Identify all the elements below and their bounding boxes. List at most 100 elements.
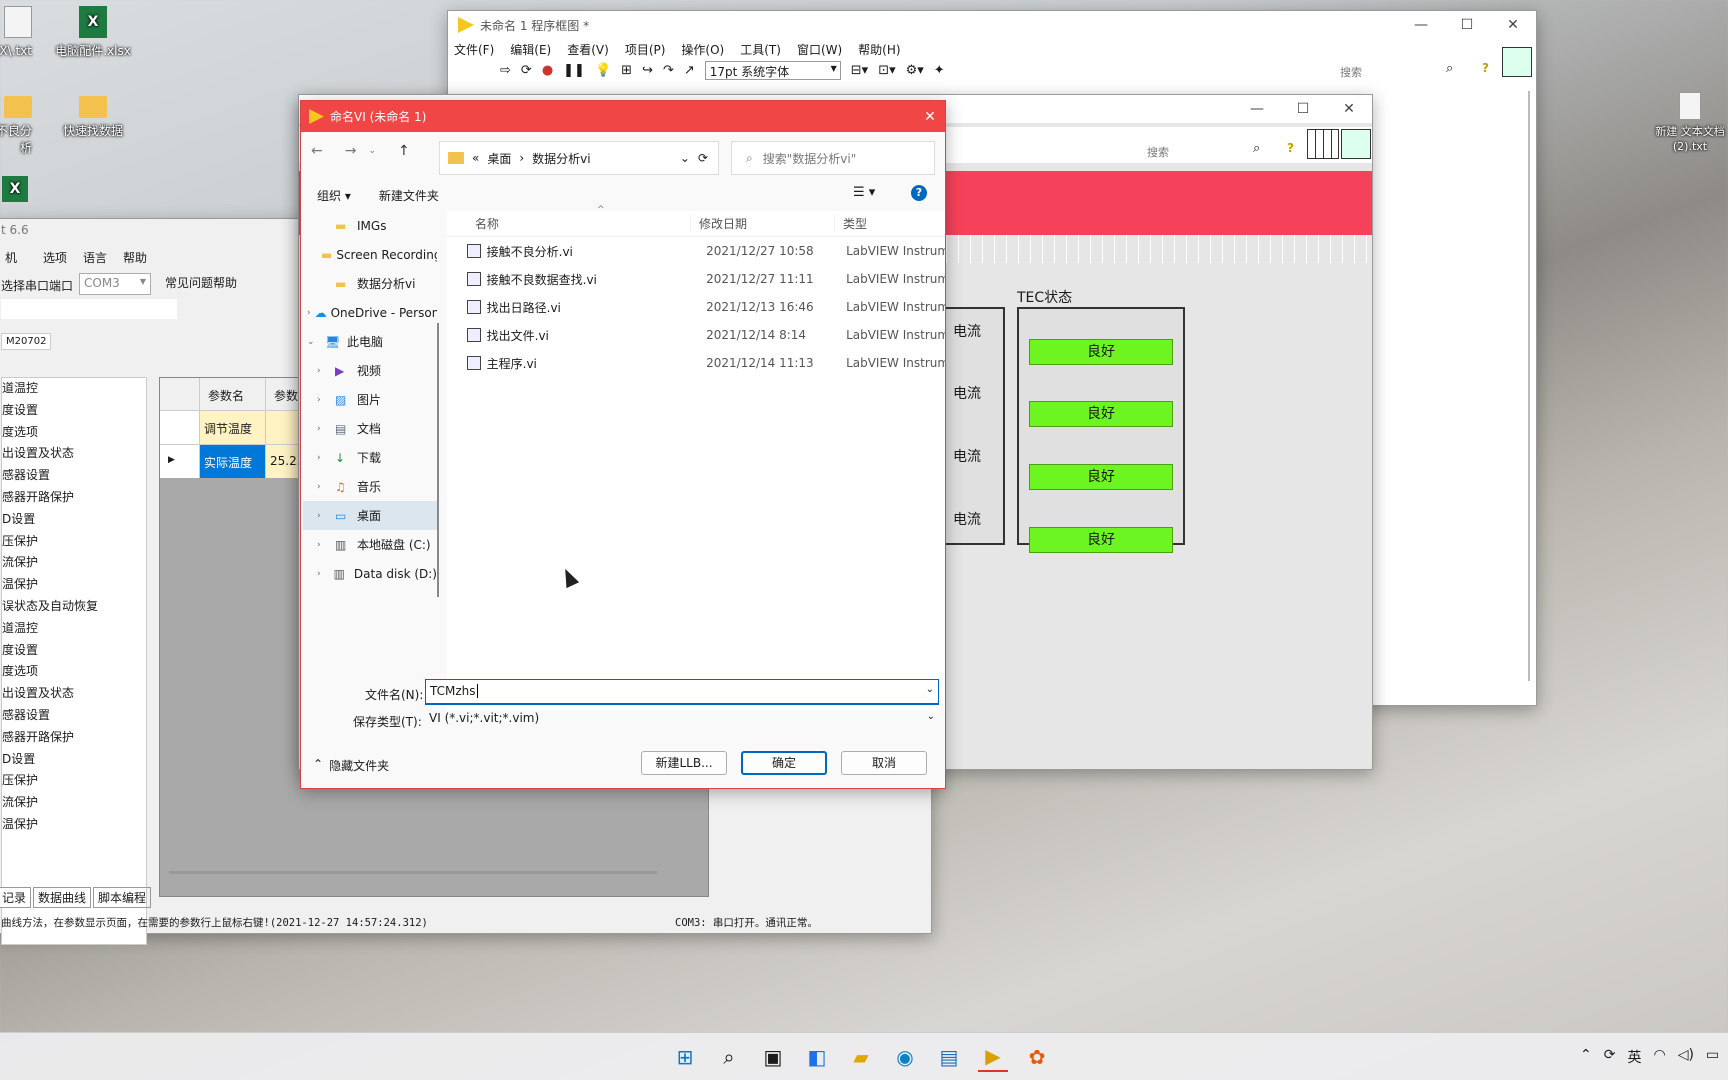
recent-dropdown-icon[interactable]: ⌄ (368, 146, 376, 156)
menu-help[interactable]: 帮助(H) (858, 41, 900, 58)
list-item[interactable]: 出设置及状态 (2, 683, 146, 705)
column-date[interactable]: 修改日期 (691, 215, 835, 232)
chevron-right-icon[interactable]: › (307, 308, 311, 318)
list-item[interactable]: 感器开路保护 (2, 487, 146, 509)
file-row[interactable]: 找出日路径.vi2021/12/13 16:46LabVIEW Instrume… (447, 293, 945, 321)
status-indicator-2[interactable]: 良好 (1029, 401, 1173, 427)
new-llb-button[interactable]: 新建LLB... (641, 751, 727, 775)
close-icon[interactable]: ✕ (1490, 17, 1536, 33)
retain-icon[interactable]: ⊞ (621, 63, 632, 78)
list-item[interactable]: 度选项 (2, 422, 146, 444)
nav-item[interactable]: ›☁OneDrive - Personal (303, 298, 437, 327)
tray-overflow-icon[interactable]: ⌃ (1580, 1047, 1592, 1067)
back-icon[interactable]: ← (311, 143, 323, 159)
column-type[interactable]: 类型 (835, 215, 867, 232)
sunflower-icon[interactable]: ✿ (1022, 1042, 1052, 1072)
bd-search[interactable]: 搜索 (1334, 61, 1454, 81)
list-item[interactable]: 感器设置 (2, 465, 146, 487)
menu-window[interactable]: 窗口(W) (797, 41, 842, 58)
list-item[interactable]: 度设置 (2, 640, 146, 662)
nav-item[interactable]: ▬ 数据分析vi (303, 269, 437, 298)
battery-icon[interactable]: ▭ (1706, 1047, 1719, 1067)
nav-item[interactable]: › ▨ 图片 (303, 385, 437, 414)
run-continuous-icon[interactable]: ⟳ (521, 63, 532, 78)
chevron-right-icon[interactable]: › (317, 453, 331, 463)
address-bar[interactable]: « 桌面 › 数据分析vi ⌄ ⟳ (439, 141, 719, 175)
refresh-icon[interactable]: ⟳ (698, 151, 708, 165)
pause-icon[interactable]: ❚❚ (563, 63, 585, 78)
desktop-icon-folder1[interactable]: 返不良分析 (0, 88, 58, 156)
start-icon[interactable]: ⊞ (670, 1042, 700, 1072)
highlight-icon[interactable]: 💡 (595, 63, 611, 78)
step-out-icon[interactable]: ↗ (684, 63, 695, 78)
list-item[interactable]: 温保护 (2, 814, 146, 836)
store-icon[interactable]: ▤ (934, 1042, 964, 1072)
parameter-list[interactable]: 道温控 度设置 度选项 出设置及状态 感器设置 感器开路保护 D设置 压保护 流保护 温保护 误状态… (1, 377, 147, 945)
list-item[interactable]: 道温控 (2, 618, 146, 640)
nav-item[interactable]: › ♫ 音乐 (303, 472, 437, 501)
cleanup-icon[interactable]: ✦ (934, 63, 945, 78)
abort-icon[interactable]: ● (542, 63, 553, 78)
menu-edit[interactable]: 编辑(E) (510, 41, 551, 58)
menu-item[interactable]: 语言 (83, 249, 107, 266)
menu-item[interactable]: 选项 (43, 249, 67, 266)
breadcrumb-desktop[interactable]: 桌面 (487, 150, 511, 167)
forward-icon[interactable]: → (345, 143, 357, 159)
column-name[interactable]: 名称 (447, 215, 691, 232)
list-item[interactable]: D设置 (2, 749, 146, 771)
list-item[interactable]: 压保护 (2, 531, 146, 553)
reorder-icon[interactable]: ⚙▾ (906, 63, 924, 78)
chevron-right-icon[interactable]: › (317, 540, 331, 550)
input-language[interactable]: 英 (1627, 1047, 1641, 1067)
font-select[interactable]: 17pt 系统字体 ▼ (704, 61, 841, 80)
desktop-icon-newtxt[interactable]: 新建 文本文档 (2).txt (1648, 92, 1728, 154)
port-select[interactable]: COM3 ▼ (79, 273, 151, 295)
view-options-icon[interactable]: ☰ ▾ (853, 185, 875, 200)
search-icon[interactable]: ⌕ (1253, 141, 1260, 156)
file-explorer-icon[interactable]: ▰ (846, 1042, 876, 1072)
status-indicator-1[interactable]: 良好 (1029, 339, 1173, 365)
new-folder-button[interactable]: 新建文件夹 (379, 187, 439, 204)
labview-taskbar-icon[interactable]: ▶ (978, 1042, 1008, 1072)
list-item[interactable]: 误状态及自动恢复 (2, 596, 146, 618)
nav-item[interactable]: ▬ IMGs (303, 211, 437, 240)
nav-item[interactable]: › ▶ 视频 (303, 356, 437, 385)
list-item[interactable]: 度选项 (2, 661, 146, 683)
menu-file[interactable]: 文件(F) (454, 41, 494, 58)
widgets-icon[interactable]: ◧ (802, 1042, 832, 1072)
nav-item[interactable]: › ↓ 下载 (303, 443, 437, 472)
list-item[interactable]: 压保护 (2, 770, 146, 792)
edge-icon[interactable]: ◉ (890, 1042, 920, 1072)
tab-script[interactable]: 脚本编程 (93, 887, 152, 908)
chevron-right-icon[interactable]: › (317, 366, 331, 376)
nav-item[interactable]: › ▥ 本地磁盘 (C:) (303, 530, 437, 559)
align-icon[interactable]: ⊟▾ (851, 63, 868, 78)
filename-input[interactable]: TCMzhs ⌄ (425, 679, 939, 705)
file-row[interactable]: 找出文件.vi2021/12/14 8:14LabVIEW Instrument (447, 321, 945, 349)
volume-icon[interactable]: ◁) (1678, 1047, 1694, 1067)
step-over-icon[interactable]: ↷ (663, 63, 674, 78)
nav-item[interactable]: › ▥ Data disk (D:) (303, 559, 437, 588)
menu-item[interactable]: 机 (5, 249, 17, 266)
chevron-down-icon[interactable]: ⌄ (307, 337, 321, 347)
minimize-icon[interactable]: — (1234, 101, 1280, 117)
desktop-icon-txt[interactable]: 我X\.txt (0, 6, 58, 59)
nav-item[interactable]: › ▭ 桌面 (303, 501, 437, 530)
list-item[interactable]: 感器开路保护 (2, 727, 146, 749)
maximize-icon[interactable]: ☐ (1280, 101, 1326, 117)
menu-view[interactable]: 查看(V) (567, 41, 609, 58)
list-item[interactable]: 度设置 (2, 400, 146, 422)
desktop-icon-folder2[interactable]: 快速找数据 (53, 88, 133, 139)
list-item[interactable]: D设置 (2, 509, 146, 531)
sync-icon[interactable]: ⟳ (1604, 1047, 1616, 1067)
cancel-button[interactable]: 取消 (841, 751, 927, 775)
close-icon[interactable]: ✕ (1326, 101, 1372, 117)
wifi-icon[interactable]: ◠ (1653, 1047, 1665, 1067)
file-row[interactable]: 主程序.vi2021/12/14 11:13LabVIEW Instrument (447, 349, 945, 377)
file-row[interactable]: 接触不良分析.vi 2021/12/27 10:58 LabVIEW Instrum… (447, 237, 945, 265)
menu-item[interactable]: 帮助 (123, 249, 147, 266)
breadcrumb-folder[interactable]: 数据分析vi (532, 150, 590, 167)
menu-project[interactable]: 项目(P) (625, 41, 666, 58)
file-row[interactable]: 接触不良数据查找.vi 2021/12/27 11:11 LabVIEW Instr… (447, 265, 945, 293)
tab-record[interactable]: 记录 (0, 887, 32, 908)
